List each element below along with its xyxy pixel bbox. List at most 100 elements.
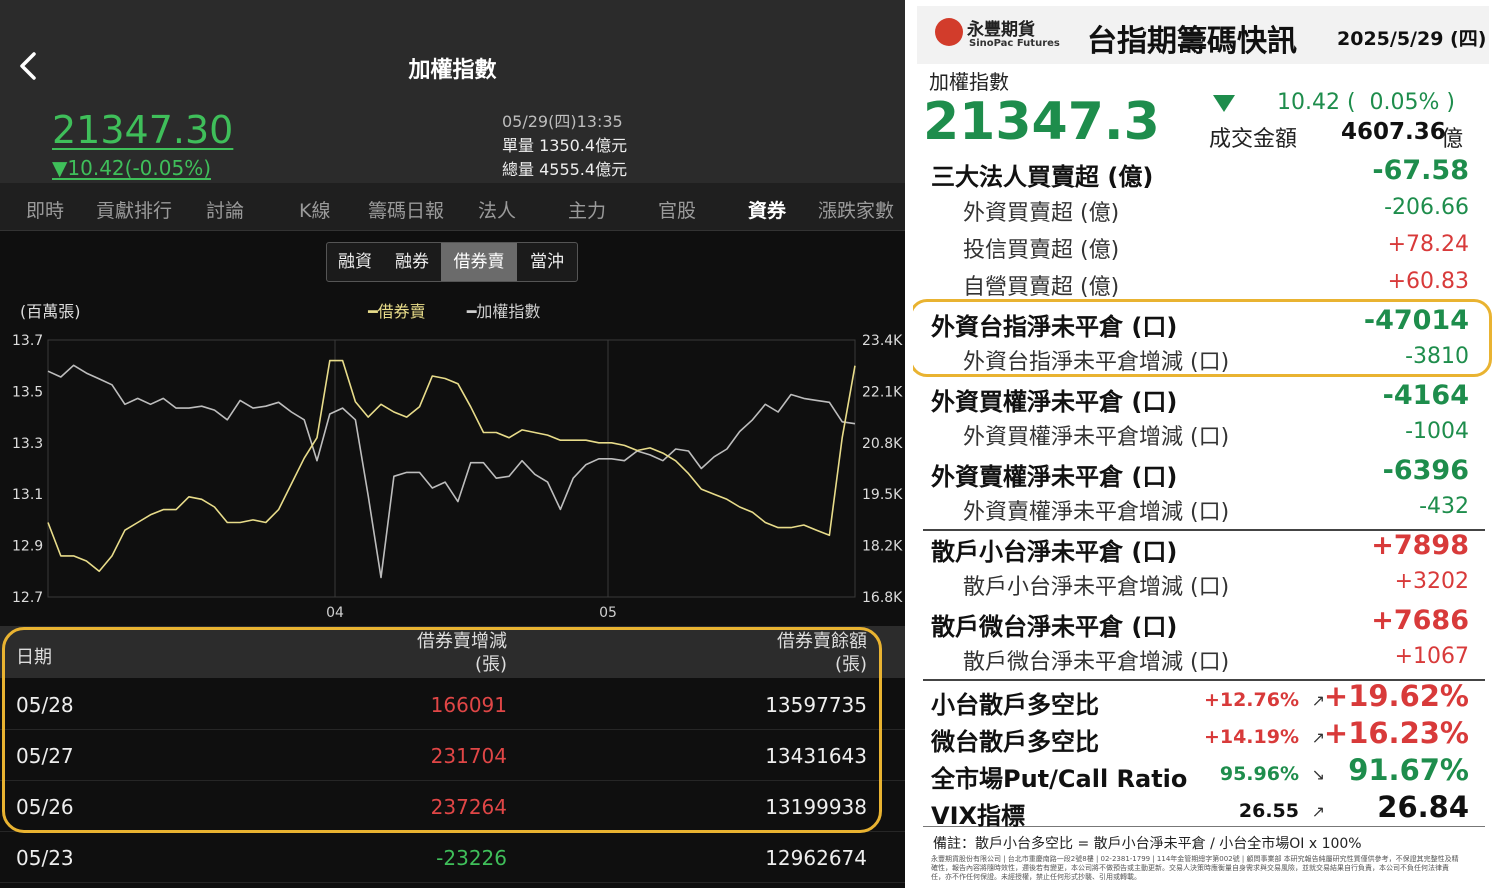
line-value: -206.66	[1384, 195, 1469, 220]
line-value: +78.24	[1387, 232, 1469, 257]
line-value: +7686	[1371, 605, 1469, 636]
down-triangle-icon	[1213, 95, 1235, 112]
report-index-value: 21347.3	[923, 92, 1160, 152]
line-label: 散戶小台淨未平倉 (口)	[931, 538, 1178, 566]
page-title: 加權指數	[408, 58, 497, 83]
left-tick-label: 13.3	[12, 436, 43, 452]
line-value: -4164	[1382, 380, 1469, 411]
table-highlight-box	[2, 627, 882, 833]
ratio-prev: 26.55	[1238, 800, 1299, 822]
report-date: 2025/5/29 (四)	[1337, 28, 1487, 50]
report-title: 台指期籌碼快訊	[1087, 24, 1297, 59]
logo-subtext: SinoPac Futures	[969, 38, 1060, 49]
tab-discussion[interactable]: 討論	[206, 196, 244, 223]
segment-sbl[interactable]: 借券賣	[441, 243, 517, 281]
tab-chip-daily[interactable]: 籌碼日報	[368, 196, 444, 223]
x-tick-label: 04	[326, 605, 344, 621]
line-label: 投信買賣超 (億)	[963, 238, 1120, 263]
tab-institutional[interactable]: 法人	[478, 196, 516, 223]
right-tick-label: 23.4K	[862, 333, 903, 349]
ratio-value: +19.62%	[1323, 679, 1469, 713]
line-label: 三大法人買賣超 (億)	[931, 163, 1154, 191]
table-row[interactable]: 05/23 -23226 12962674	[0, 832, 905, 883]
tab-main-force[interactable]: 主力	[568, 196, 606, 223]
tab-realtime[interactable]: 即時	[26, 196, 64, 223]
divider	[923, 529, 1485, 531]
single-volume: 單量 1350.4億元	[502, 136, 628, 155]
tab-kline[interactable]: K線	[299, 196, 330, 223]
row-date: 05/23	[16, 846, 74, 870]
plot-frame	[47, 339, 856, 598]
right-tick-label: 22.1K	[862, 384, 903, 400]
line-label: 外資賣權淨未平倉增減 (口)	[963, 500, 1230, 525]
right-tick-label: 18.2K	[862, 539, 903, 555]
report-highlight-box	[913, 299, 1492, 377]
line-value: +3202	[1394, 569, 1469, 594]
index-price: 21347.30	[52, 108, 234, 152]
tab-government[interactable]: 官股	[658, 196, 696, 223]
legend-sbl-label: 借券賣	[377, 302, 426, 321]
line-label: 自營買賣超 (億)	[963, 275, 1120, 300]
tab-contribution[interactable]: 貢獻排行	[96, 196, 172, 223]
ratio-label: 小台散戶多空比	[931, 691, 1099, 719]
segment-short[interactable]: 融券	[383, 243, 441, 281]
chart-unit-label: (百萬張)	[20, 302, 81, 321]
line-value: +7898	[1371, 530, 1469, 561]
left-tick-label: 13.1	[12, 487, 43, 503]
row-change: -23226	[436, 846, 507, 870]
legend-index-label: 加權指數	[476, 302, 541, 321]
segment-control: 融資 融券 借券賣 當沖	[326, 242, 578, 282]
quote-datetime: 05/29(四)13:35	[502, 112, 623, 131]
left-tick-label: 13.7	[12, 333, 43, 349]
report-volume-unit: 億	[1441, 127, 1464, 152]
left-tick-label: 12.7	[12, 590, 43, 606]
right-tick-label: 20.8K	[862, 436, 903, 452]
trade-meta: 05/29(四)13:35 單量 1350.4億元 總量 4555.4億元	[502, 110, 627, 182]
right-tick-label: 19.5K	[862, 487, 903, 503]
ratio-label: 全市場Put/Call Ratio	[931, 765, 1188, 793]
trend-arrow-icon: ↘	[1311, 765, 1325, 784]
line-value: -67.58	[1372, 155, 1469, 186]
line-value: +60.83	[1387, 269, 1469, 294]
quote-header: 加權指數 21347.30 ▼10.42(-0.05%) 05/29(四)13:…	[0, 0, 905, 183]
segment-margin-buy[interactable]: 融資	[327, 243, 383, 281]
trend-arrow-icon: ↗	[1311, 802, 1325, 821]
series-sbl-line	[47, 359, 856, 573]
row-balance: 12962674	[765, 846, 867, 870]
segment-daytrade[interactable]: 當沖	[517, 243, 577, 281]
left-tick-label: 13.5	[12, 384, 43, 400]
line-label: 外資買權淨未平倉 (口)	[931, 388, 1178, 416]
line-value: -432	[1419, 494, 1469, 519]
line-value: -1004	[1405, 419, 1469, 444]
ratio-prev: 95.96%	[1219, 763, 1299, 785]
sinopac-logo-icon	[935, 18, 963, 46]
legend-index: ━加權指數	[466, 302, 541, 321]
legend-sbl: ━借券賣	[368, 302, 426, 321]
line-label: 散戶小台淨未平倉增減 (口)	[963, 575, 1230, 600]
tab-margin[interactable]: 資券	[748, 196, 786, 223]
line-label: 外資買賣超 (億)	[963, 201, 1120, 226]
tab-advance-decline[interactable]: 漲跌家數	[818, 196, 894, 223]
report-volume-label: 成交金額	[1209, 127, 1298, 152]
series-index-line	[47, 364, 856, 579]
app-panel: 加權指數 21347.30 ▼10.42(-0.05%) 05/29(四)13:…	[0, 0, 905, 888]
line-value: +1067	[1394, 644, 1469, 669]
logo-text: 永豐期貨	[967, 20, 1035, 40]
line-label: 外資買權淨未平倉增減 (口)	[963, 425, 1230, 450]
report-note: 備註：散戶小台多空比 = 散戶小台淨未平倉 / 小台全市場OI x 100%	[933, 836, 1362, 852]
index-change: ▼10.42(-0.05%)	[52, 156, 211, 180]
ratio-label: 微台散戶多空比	[931, 728, 1099, 756]
ratio-prev: +14.19%	[1203, 726, 1299, 748]
left-tick-label: 12.9	[12, 539, 43, 555]
ratio-value: 91.67%	[1348, 753, 1469, 787]
ratio-label: VIX指標	[931, 802, 1026, 830]
report-fine-print: 永豐期貨股份有限公司 | 台北市重慶南路一段2號8樓 | 02-2381-179…	[931, 855, 1459, 881]
line-value: -6396	[1382, 455, 1469, 486]
sbl-chart: 04 05 13.7 23.4K 13.5 22.1K 13.3 20.8K 13.1 19.5K…	[12, 333, 903, 621]
report-volume-value: 4607.36	[1341, 119, 1446, 145]
line-label: 散戶微台淨未平倉 (口)	[931, 613, 1178, 641]
report-index-name: 加權指數	[929, 70, 1009, 94]
tab-bar: 即時 貢獻排行 討論 K線 籌碼日報 法人 主力 官股 資券 漲跌家數	[0, 183, 905, 231]
chart-legend: ━借券賣 ━加權指數	[368, 298, 576, 322]
report-index-change: 10.42 ( 0.05% )	[1277, 90, 1456, 115]
